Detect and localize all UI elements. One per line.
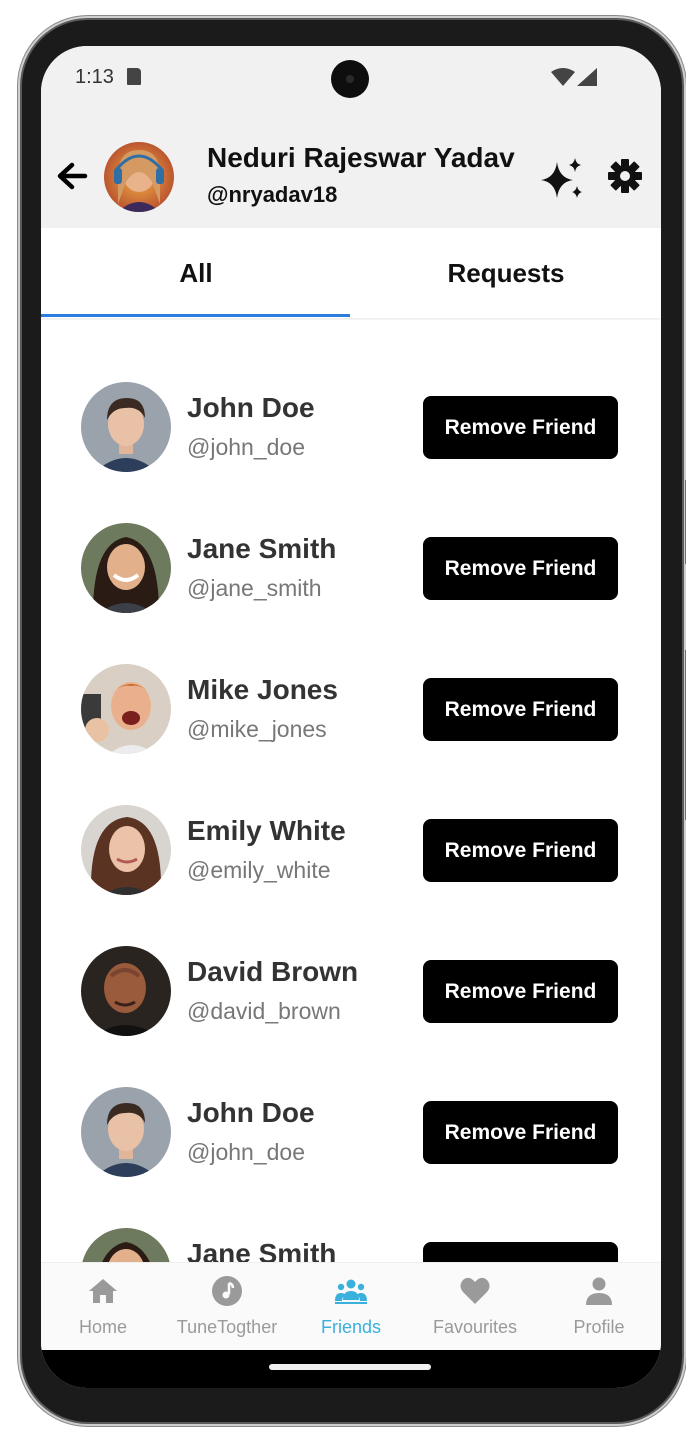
- profile-name: Neduri Rajeswar Yadav: [207, 142, 515, 173]
- avatar[interactable]: [81, 805, 171, 895]
- tab-all[interactable]: All: [41, 228, 351, 318]
- avatar[interactable]: [81, 1228, 171, 1262]
- avatar[interactable]: [81, 1087, 171, 1177]
- friend-name: David Brown: [187, 956, 359, 987]
- app-header: 1:13 Neduri Rajeswar Yadav @nryadav18: [41, 46, 661, 228]
- friend-name: Emily White: [187, 815, 346, 846]
- sparkle-icon[interactable]: [539, 156, 585, 202]
- friend-name: John Doe: [187, 392, 315, 423]
- friend-handle: @mike_jones: [187, 716, 327, 742]
- remove-friend-button[interactable]: Remove Friend: [423, 396, 618, 459]
- remove-friend-button[interactable]: Remove Friend: [423, 1242, 618, 1262]
- bottom-navigation: Home TuneTogther Friends Favourites Prof…: [41, 1262, 661, 1350]
- nav-label: Favourites: [432, 1317, 518, 1337]
- phone-frame: 1:13 Neduri Rajeswar Yadav @nryadav18 Al…: [22, 20, 686, 1422]
- remove-friend-button[interactable]: Remove Friend: [423, 537, 618, 600]
- list-item: David Brown @david_brown Remove Friend: [41, 946, 661, 1066]
- friend-handle: @john_doe: [187, 434, 305, 460]
- home-indicator[interactable]: [269, 1364, 431, 1370]
- list-item: Jane Smith @jane_smith Remove Friend: [41, 523, 661, 643]
- remove-friend-button[interactable]: Remove Friend: [423, 960, 618, 1023]
- nav-label: Friends: [320, 1317, 382, 1337]
- front-camera: [331, 60, 369, 98]
- friend-handle: @david_brown: [187, 998, 341, 1024]
- heart-icon: [460, 1277, 490, 1304]
- remove-friend-button[interactable]: Remove Friend: [423, 678, 618, 741]
- avatar[interactable]: [81, 382, 171, 472]
- wifi-icon: [551, 68, 575, 86]
- sd-card-icon: [127, 68, 141, 85]
- remove-friend-button[interactable]: Remove Friend: [423, 1101, 618, 1164]
- signal-icon: [577, 68, 597, 86]
- nav-label: TuneTogther: [176, 1317, 278, 1337]
- friend-name: Jane Smith: [187, 1238, 337, 1262]
- nav-label: Home: [78, 1317, 127, 1337]
- tab-requests[interactable]: Requests: [351, 228, 661, 318]
- nav-profile[interactable]: Profile: [537, 1263, 661, 1351]
- nav-tunetogther[interactable]: TuneTogther: [165, 1263, 289, 1351]
- friend-name: Jane Smith: [187, 533, 337, 564]
- friend-handle: @emily_white: [187, 857, 331, 883]
- friend-name: Mike Jones: [187, 674, 338, 705]
- system-nav-bar: [41, 1350, 661, 1388]
- nav-friends[interactable]: Friends: [289, 1263, 413, 1351]
- avatar[interactable]: [81, 523, 171, 613]
- nav-home[interactable]: Home: [41, 1263, 165, 1351]
- app-screen: 1:13 Neduri Rajeswar Yadav @nryadav18 Al…: [41, 46, 661, 1388]
- list-item: John Doe @john_doe Remove Friend: [41, 382, 661, 502]
- avatar[interactable]: [81, 946, 171, 1036]
- settings-gear-icon[interactable]: [607, 158, 643, 194]
- selected-tab-indicator: [41, 314, 350, 317]
- home-icon: [89, 1279, 117, 1303]
- profile-handle: @nryadav18: [207, 182, 338, 207]
- music-note-icon: [212, 1276, 242, 1306]
- back-arrow-icon[interactable]: [55, 159, 89, 193]
- friends-list[interactable]: John Doe @john_doe Remove Friend Jane Sm…: [41, 320, 661, 1262]
- list-item: Emily White @emily_white Remove Friend: [41, 805, 661, 925]
- friend-name: John Doe: [187, 1097, 315, 1128]
- status-time: 1:13: [75, 66, 114, 88]
- friend-handle: @john_doe: [187, 1139, 305, 1165]
- avatar[interactable]: [81, 664, 171, 754]
- friends-icon: [335, 1279, 367, 1304]
- list-item: Jane Smith Remove Friend: [41, 1228, 661, 1262]
- friend-handle: @jane_smith: [187, 575, 322, 601]
- list-item: Mike Jones @mike_jones Remove Friend: [41, 664, 661, 784]
- user-avatar[interactable]: [104, 142, 174, 212]
- person-icon: [586, 1277, 612, 1305]
- nav-label: Profile: [573, 1317, 625, 1337]
- remove-friend-button[interactable]: Remove Friend: [423, 819, 618, 882]
- tab-bar: All Requests: [41, 228, 661, 318]
- nav-favourites[interactable]: Favourites: [413, 1263, 537, 1351]
- list-item: John Doe @john_doe Remove Friend: [41, 1087, 661, 1207]
